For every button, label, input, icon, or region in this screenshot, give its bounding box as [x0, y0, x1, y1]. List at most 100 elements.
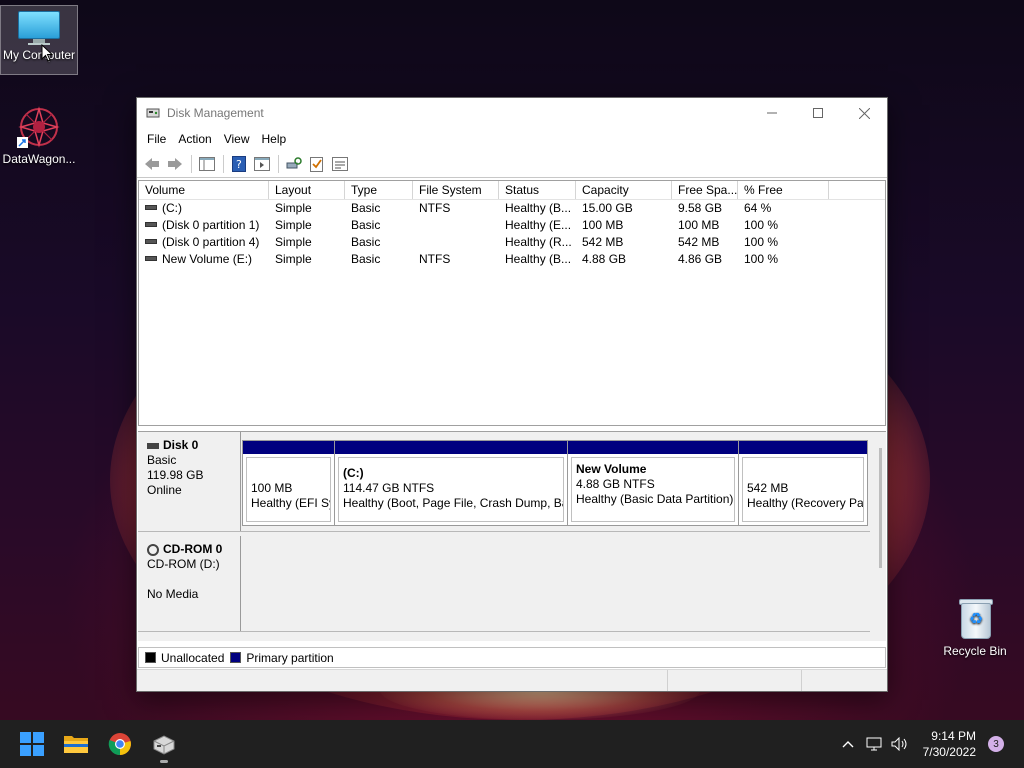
help-button[interactable]: ?	[228, 153, 250, 175]
column-header-capacity[interactable]: Capacity	[576, 181, 672, 199]
help-icon: ?	[232, 155, 246, 172]
start-button[interactable]	[12, 724, 52, 764]
connect-virtual-disk-button[interactable]	[283, 153, 305, 175]
taskbar-file-explorer[interactable]	[56, 724, 96, 764]
clock[interactable]: 9:14 PM 7/30/2022	[923, 728, 976, 760]
column-header-file-system[interactable]: File System	[413, 181, 499, 199]
volume-cell: (C:)	[139, 200, 269, 217]
show-hide-action-pane-button[interactable]	[251, 153, 273, 175]
volume-icon	[145, 222, 157, 227]
column-header-percent-free[interactable]: % Free	[738, 181, 829, 199]
menu-help[interactable]: Help	[256, 132, 293, 146]
partition-name: New Volume	[576, 462, 647, 476]
legend-swatch-unallocated	[145, 652, 156, 663]
disk-row-disk-0[interactable]: Disk 0 Basic 119.98 GB Online 100 MB Hea…	[138, 432, 870, 532]
vertical-scrollbar[interactable]	[879, 448, 882, 568]
partition-new-volume[interactable]: New Volume 4.88 GB NTFS Healthy (Basic D…	[567, 440, 739, 526]
menu-bar: File Action View Help	[137, 128, 887, 150]
partition-body: (C:) 114.47 GB NTFS Healthy (Boot, Page …	[338, 457, 564, 522]
disk-type: CD-ROM (D:)	[147, 557, 220, 571]
menu-file[interactable]: File	[141, 132, 172, 146]
file-system-cell	[413, 234, 499, 251]
desktop-icon-recycle-bin[interactable]: ♻ Recycle Bin	[935, 597, 1015, 663]
column-header-volume[interactable]: Volume	[139, 181, 269, 199]
show-hide-console-tree-button[interactable]	[196, 153, 218, 175]
table-row[interactable]: (Disk 0 partition 4) Simple Basic Health…	[139, 234, 885, 251]
network-button[interactable]	[861, 729, 887, 759]
volume-icon	[145, 239, 157, 244]
chrome-icon	[108, 733, 131, 756]
disk-label[interactable]: Disk 0 Basic 119.98 GB Online	[138, 432, 241, 531]
free-space-cell: 4.86 GB	[678, 252, 723, 266]
properties-list-button[interactable]	[329, 153, 351, 175]
title-bar[interactable]: Disk Management	[137, 98, 887, 128]
disk-row-cdrom-0[interactable]: CD-ROM 0 CD-ROM (D:) No Media	[138, 536, 870, 632]
taskbar-disk-management[interactable]	[144, 724, 184, 764]
volume-cell: (Disk 0 partition 1)	[139, 217, 269, 234]
running-indicator	[160, 760, 168, 763]
partition-efi[interactable]: 100 MB Healthy (EFI Sy	[242, 440, 335, 526]
desktop-icon-datawagon[interactable]: DataWagon...	[0, 105, 78, 171]
volume-name: New Volume (E:)	[162, 252, 253, 266]
disk-management-icon	[153, 735, 175, 755]
desktop-icon-my-computer[interactable]: My Computer	[0, 5, 78, 75]
back-button[interactable]	[141, 153, 163, 175]
disk-label[interactable]: CD-ROM 0 CD-ROM (D:) No Media	[138, 536, 241, 631]
table-row[interactable]: (Disk 0 partition 1) Simple Basic Health…	[139, 217, 885, 234]
toolbar-separator	[223, 154, 224, 173]
notification-badge[interactable]: 3	[988, 736, 1004, 752]
status-cell: Healthy (B...	[505, 252, 572, 266]
disk-size	[147, 572, 240, 587]
partition-size: 114.47 GB NTFS	[343, 481, 435, 495]
folder-icon	[64, 736, 88, 753]
partition-bar	[739, 441, 867, 454]
desktop-icon-label: DataWagon...	[2, 152, 76, 166]
show-hidden-icons-button[interactable]	[835, 729, 861, 759]
checklist-icon	[310, 156, 323, 172]
disk-management-window: Disk Management File Action View Help ? …	[136, 97, 888, 692]
status-cell: Healthy (R...	[505, 235, 572, 249]
menu-view[interactable]: View	[218, 132, 256, 146]
disk-size: 119.98 GB	[147, 468, 204, 482]
percent-free-cell: 100 %	[744, 252, 779, 266]
clock-time: 9:14 PM	[931, 729, 976, 743]
volume-icon	[145, 256, 157, 261]
partition-status: Healthy (EFI Sy	[251, 496, 331, 510]
column-header-status[interactable]: Status	[499, 181, 576, 199]
close-button[interactable]	[841, 98, 887, 128]
status-cell: Healthy (E...	[505, 218, 572, 232]
volume-button[interactable]	[887, 729, 913, 759]
menu-action[interactable]: Action	[172, 132, 217, 146]
partition-body: 100 MB Healthy (EFI Sy	[246, 457, 331, 522]
column-header-type[interactable]: Type	[345, 181, 413, 199]
column-header-empty	[829, 181, 885, 199]
recycle-bin-icon: ♻	[957, 597, 993, 641]
chevron-up-icon	[842, 741, 854, 748]
check-properties-button[interactable]	[306, 153, 328, 175]
volume-list: Volume Layout Type File System Status Ca…	[138, 180, 886, 426]
monitor-icon	[17, 11, 61, 45]
file-system-cell: NTFS	[419, 201, 451, 215]
layout-cell: Simple	[275, 218, 312, 232]
partition-c[interactable]: (C:) 114.47 GB NTFS Healthy (Boot, Page …	[334, 440, 568, 526]
window-title: Disk Management	[167, 106, 264, 120]
system-tray: 9:14 PM 7/30/2022 3	[835, 720, 1024, 768]
maximize-button[interactable]	[795, 98, 841, 128]
volume-name: (Disk 0 partition 1)	[162, 218, 260, 232]
toolbar: ?	[137, 150, 887, 178]
disk-state: No Media	[147, 587, 199, 601]
partition-status: Healthy (Basic Data Partition)	[576, 492, 734, 506]
table-row[interactable]: (C:) Simple Basic NTFS Healthy (B... 15.…	[139, 200, 885, 217]
column-header-layout[interactable]: Layout	[269, 181, 345, 199]
column-header-free-space[interactable]: Free Spa...	[672, 181, 738, 199]
minimize-button[interactable]	[749, 98, 795, 128]
layout-cell: Simple	[275, 201, 312, 215]
taskbar: 9:14 PM 7/30/2022 3	[0, 720, 1024, 768]
partition-size: 100 MB	[251, 481, 293, 495]
svg-text:?: ?	[236, 158, 242, 171]
forward-button[interactable]	[164, 153, 186, 175]
volume-cell: (Disk 0 partition 4)	[139, 234, 269, 251]
partition-recovery[interactable]: 542 MB Healthy (Recovery Pa	[738, 440, 868, 526]
table-row[interactable]: New Volume (E:) Simple Basic NTFS Health…	[139, 251, 885, 268]
taskbar-chrome[interactable]	[100, 724, 140, 764]
